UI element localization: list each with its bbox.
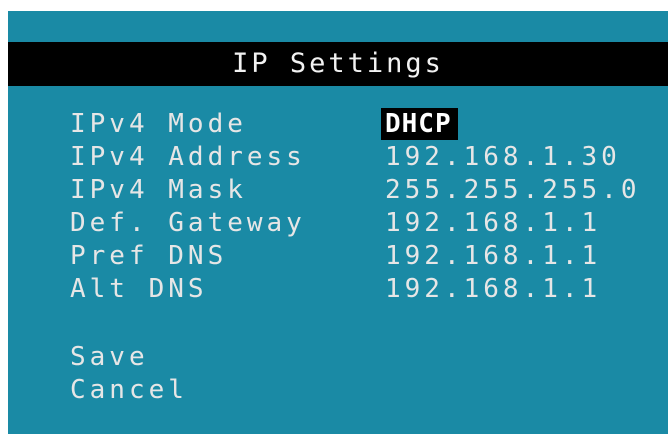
- ip-settings-screen: IP Settings IPv4 Mode DHCP IPv4 Address …: [8, 11, 668, 434]
- save-button[interactable]: Save: [70, 341, 149, 373]
- cancel-button[interactable]: Cancel: [70, 374, 188, 406]
- preferred-dns-value[interactable]: 192.168.1.1: [385, 240, 601, 272]
- ipv4-mode-value[interactable]: DHCP: [381, 108, 458, 140]
- page-title: IP Settings: [232, 48, 444, 79]
- ipv4-address-label: IPv4 Address: [70, 142, 306, 172]
- default-gateway-value[interactable]: 192.168.1.1: [385, 207, 601, 239]
- ipv4-mask-label: IPv4 Mask: [70, 175, 247, 205]
- title-bar: IP Settings: [8, 42, 668, 86]
- ipv4-mode-label: IPv4 Mode: [70, 109, 247, 139]
- alternate-dns-value[interactable]: 192.168.1.1: [385, 273, 601, 305]
- ipv4-address-value[interactable]: 192.168.1.30: [385, 141, 621, 173]
- preferred-dns-label: Pref DNS: [70, 241, 228, 271]
- alternate-dns-label: Alt DNS: [70, 274, 208, 304]
- ipv4-mask-value[interactable]: 255.255.255.0: [385, 174, 641, 206]
- default-gateway-label: Def. Gateway: [70, 208, 306, 238]
